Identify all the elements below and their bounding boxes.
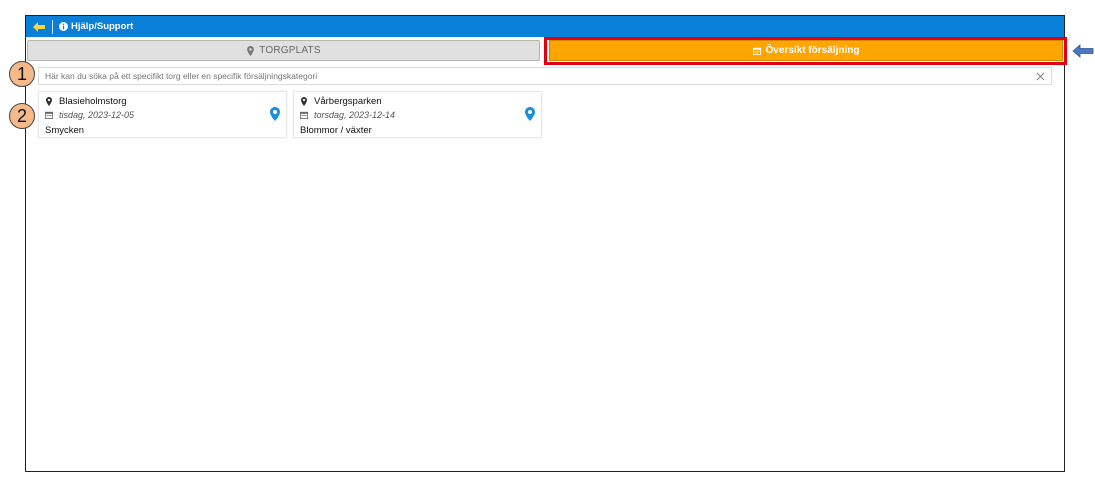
- map-marker-icon: [300, 97, 308, 107]
- card-date-row: torsdag, 2023-12-14: [300, 110, 395, 120]
- card-name-row: Vårbergsparken: [300, 96, 382, 107]
- card-category: Blommor / växter: [300, 125, 372, 136]
- card-name-row: Blasieholmstorg: [45, 96, 127, 107]
- card-location-name: Vårbergsparken: [314, 96, 382, 107]
- card-category: Smycken: [45, 125, 85, 136]
- info-icon: [59, 22, 68, 31]
- card-date: tisdag, 2023-12-05: [59, 110, 135, 120]
- map-marker-icon: [45, 97, 53, 107]
- map-marker-icon: [246, 45, 254, 56]
- tab-bar: TORGPLATS Översikt försäljning: [26, 40, 1064, 62]
- map-pin-icon[interactable]: [525, 107, 535, 121]
- app-window: Hjälp/Support TORGPLATS Översikt försälj…: [25, 15, 1065, 472]
- help-support-label: Hjälp/Support: [71, 21, 134, 32]
- calendar-icon: [300, 110, 308, 120]
- annotation-badge-1: 1: [9, 61, 35, 87]
- tab-oversikt-forsaljning[interactable]: Översikt försäljning: [549, 40, 1063, 61]
- top-bar: Hjälp/Support: [26, 16, 1064, 37]
- calendar-icon: [45, 110, 53, 120]
- tab-torgplats-label: TORGPLATS: [259, 45, 321, 56]
- market-card[interactable]: Blasieholmstorg tisdag, 2023-12-05 Smyck…: [38, 91, 287, 138]
- search-input[interactable]: [39, 68, 1033, 84]
- annotation-arrow-icon: [1072, 44, 1094, 58]
- annotation-badge-2: 2: [9, 103, 35, 129]
- clear-search-icon[interactable]: [1033, 69, 1047, 83]
- card-date-row: tisdag, 2023-12-05: [45, 110, 134, 120]
- tab-oversikt-label: Översikt försäljning: [765, 45, 860, 56]
- back-arrow-icon[interactable]: [32, 21, 46, 33]
- search-box: [38, 67, 1052, 85]
- card-location-name: Blasieholmstorg: [59, 96, 127, 107]
- topbar-divider: [52, 19, 53, 34]
- map-pin-icon[interactable]: [270, 107, 280, 121]
- market-card[interactable]: Vårbergsparken torsdag, 2023-12-14 Blomm…: [293, 91, 542, 138]
- card-date: torsdag, 2023-12-14: [314, 110, 396, 120]
- card-category-row: Smycken: [45, 125, 84, 136]
- tab-torgplats[interactable]: TORGPLATS: [27, 40, 540, 61]
- help-support-link[interactable]: Hjälp/Support: [59, 21, 133, 32]
- card-category-row: Blommor / växter: [300, 125, 372, 136]
- calendar-icon: [752, 46, 761, 56]
